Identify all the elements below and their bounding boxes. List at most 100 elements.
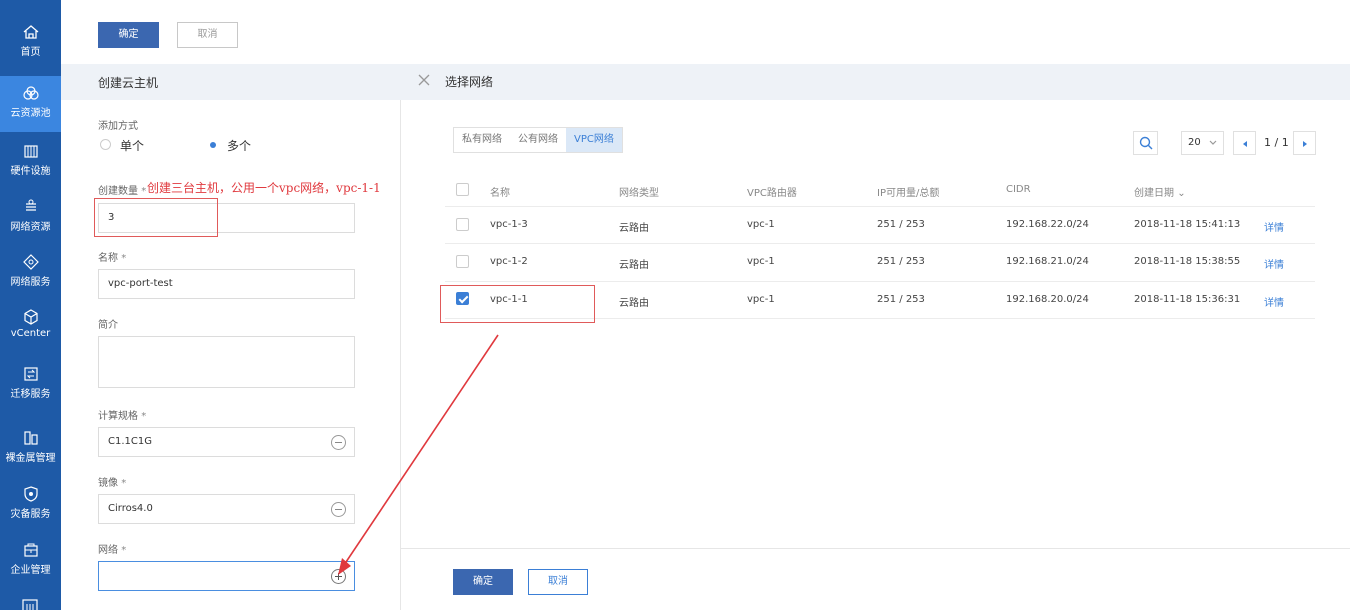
cell-router: vpc-1	[747, 294, 775, 305]
network-panel-header	[400, 64, 1350, 100]
image-label-text: 镜像	[98, 478, 118, 489]
row-checkbox[interactable]	[456, 255, 469, 268]
chevron-left-icon	[1243, 141, 1247, 147]
footer-divider	[401, 548, 1350, 549]
details-link[interactable]: 详情	[1264, 256, 1284, 271]
sidebar: 首页 云资源池 硬件设施 网络资源 网络服务 vCenter 迁移服务 裸金属管…	[0, 0, 61, 610]
spec-label-text: 计算规格	[98, 411, 138, 422]
image-label: 镜像 *	[98, 474, 126, 489]
radio-multiple-label: 多个	[227, 139, 252, 153]
annotation-text: 创建三台主机，公用一个vpc网络，vpc-1-1	[147, 181, 381, 195]
pagination-text: 1 / 1	[1264, 136, 1289, 149]
row-divider	[445, 281, 1315, 282]
sidebar-item-resource-pool[interactable]: 云资源池	[0, 76, 61, 132]
home-icon	[23, 25, 38, 39]
sidebar-item-label: 网络服务	[10, 277, 51, 288]
more-icon[interactable]	[21, 598, 39, 610]
sidebar-item-label: 迁移服务	[10, 389, 51, 400]
hardware-icon	[23, 145, 38, 158]
details-link[interactable]: 详情	[1264, 294, 1284, 309]
network-field[interactable]	[98, 561, 355, 591]
cell-type: 云路由	[619, 223, 649, 234]
sidebar-item-network-resource[interactable]: 网络资源	[0, 190, 61, 246]
form-title: 创建云主机	[98, 76, 159, 90]
network-resource-icon	[25, 199, 36, 211]
count-label: 创建数量 *	[98, 182, 146, 197]
column-header-router: VPC路由器	[747, 188, 797, 199]
sidebar-item-home[interactable]: 首页	[0, 15, 61, 71]
remove-spec-icon[interactable]	[331, 435, 346, 450]
next-page-button[interactable]	[1293, 131, 1316, 155]
details-link[interactable]: 详情	[1264, 219, 1284, 234]
column-header-date[interactable]: 创建日期 ⌄	[1134, 184, 1186, 199]
select-all-checkbox[interactable]	[456, 183, 469, 196]
cell-date: 2018-11-18 15:38:55	[1134, 256, 1241, 267]
cell-date: 2018-11-18 15:41:13	[1134, 219, 1241, 230]
top-confirm-button[interactable]: 确定	[98, 22, 159, 48]
name-label: 名称 *	[98, 249, 126, 264]
tab-vpc-network[interactable]: VPC网络	[566, 128, 622, 152]
sidebar-item-vcenter[interactable]: vCenter	[0, 300, 61, 356]
chevron-down-icon	[1209, 140, 1217, 145]
highlight-box-count	[94, 198, 218, 237]
cell-cidr: 192.168.21.0/24	[1006, 256, 1089, 267]
name-input[interactable]: vpc-port-test	[98, 269, 355, 299]
required-mark: *	[141, 186, 147, 197]
cell-name: vpc-1-2	[490, 256, 528, 267]
panel-cancel-button[interactable]: 取消	[528, 569, 588, 595]
cell-cidr: 192.168.20.0/24	[1006, 294, 1089, 305]
sidebar-item-label: 网络资源	[10, 222, 51, 233]
top-cancel-button[interactable]: 取消	[177, 22, 238, 48]
sidebar-item-migration[interactable]: 迁移服务	[0, 357, 61, 413]
column-header-type: 网络类型	[619, 188, 659, 199]
spec-value: C1.1C1G	[108, 436, 152, 447]
enterprise-icon	[23, 543, 38, 557]
panel-confirm-button[interactable]: 确定	[453, 569, 513, 595]
resource-pool-icon	[22, 86, 39, 100]
cell-cidr: 192.168.22.0/24	[1006, 219, 1089, 230]
required-mark: *	[121, 545, 127, 556]
cell-router: vpc-1	[747, 256, 775, 267]
image-value: Cirros4.0	[108, 503, 153, 514]
radio-multiple[interactable]	[207, 139, 218, 150]
prev-page-button[interactable]	[1233, 131, 1256, 155]
required-mark: *	[121, 253, 127, 264]
sidebar-item-label: 硬件设施	[10, 166, 51, 177]
row-divider	[445, 206, 1315, 207]
bare-metal-icon	[23, 431, 38, 445]
remove-image-icon[interactable]	[331, 502, 346, 517]
cell-date: 2018-11-18 15:36:31	[1134, 294, 1241, 305]
close-icon[interactable]	[418, 74, 430, 86]
network-service-icon	[22, 254, 39, 270]
sidebar-item-bare-metal[interactable]: 裸金属管理	[0, 421, 61, 477]
disaster-recovery-icon	[23, 486, 38, 502]
column-header-name: 名称	[490, 188, 510, 199]
cell-router: vpc-1	[747, 219, 775, 230]
sidebar-item-network-service[interactable]: 网络服务	[0, 245, 61, 301]
sidebar-item-hardware[interactable]: 硬件设施	[0, 134, 61, 190]
sort-chevron-icon: ⌄	[1177, 188, 1186, 199]
sidebar-item-label: 裸金属管理	[5, 453, 56, 464]
radio-single[interactable]	[100, 139, 111, 150]
add-mode-label: 添加方式	[98, 121, 138, 132]
cell-ip: 251 / 253	[877, 294, 925, 305]
cell-ip: 251 / 253	[877, 219, 925, 230]
network-label-text: 网络	[98, 545, 118, 556]
add-network-icon[interactable]	[331, 569, 346, 584]
spec-field[interactable]: C1.1C1G	[98, 427, 355, 457]
page-size-value: 20	[1188, 137, 1201, 148]
tab-public-network[interactable]: 公有网络	[510, 128, 566, 152]
row-checkbox[interactable]	[456, 218, 469, 231]
search-button[interactable]	[1133, 131, 1158, 155]
sidebar-item-disaster-recovery[interactable]: 灾备服务	[0, 477, 61, 533]
sidebar-item-enterprise[interactable]: 企业管理	[0, 533, 61, 589]
column-header-date-text: 创建日期	[1134, 188, 1174, 199]
sidebar-item-label: 企业管理	[10, 565, 51, 576]
desc-label: 简介	[98, 320, 118, 331]
column-header-ip: IP可用量/总额	[877, 188, 940, 199]
desc-textarea[interactable]	[98, 336, 355, 388]
tab-private-network[interactable]: 私有网络	[454, 128, 510, 152]
network-tabs: 私有网络 公有网络 VPC网络	[453, 127, 623, 153]
required-mark: *	[141, 411, 147, 422]
image-field[interactable]: Cirros4.0	[98, 494, 355, 524]
